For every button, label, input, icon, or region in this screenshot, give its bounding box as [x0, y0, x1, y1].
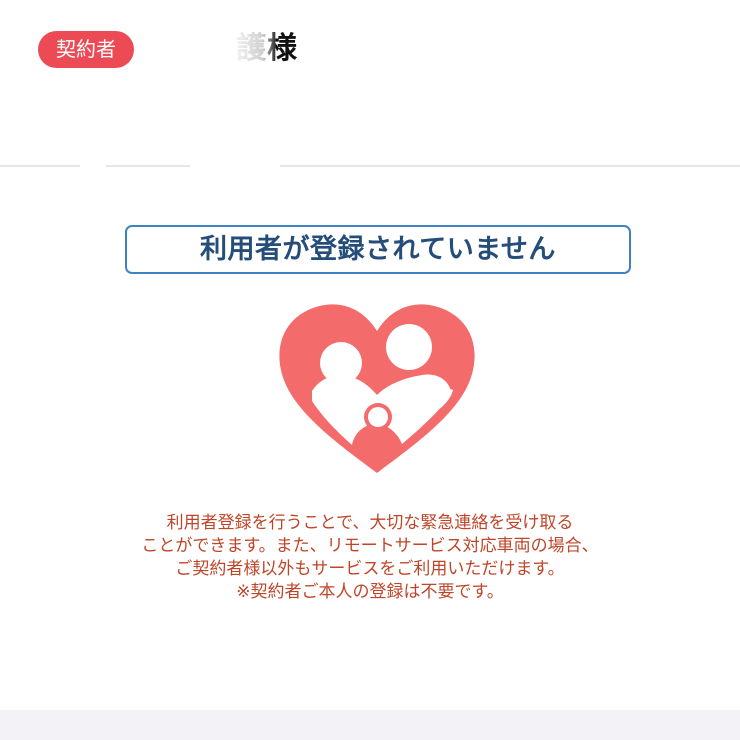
redacted-name-mask — [232, 26, 276, 70]
bottom-background-band — [0, 710, 740, 740]
divider-gap — [190, 164, 280, 168]
user-header: 契約者 護様 — [0, 0, 740, 166]
info-line: ことができます。また、リモートサービス対応車両の場合、 — [141, 536, 599, 556]
child-head-white — [368, 407, 388, 427]
info-line: 利用者登録を行うことで、大切な緊急連絡を受け取る — [166, 513, 574, 533]
adult-head-left — [320, 342, 362, 384]
info-line: ご契約者様以外もサービスをご利用いただけます。 — [175, 559, 565, 579]
registration-info-text: 利用者登録を行うことで、大切な緊急連絡を受け取る ことができます。また、リモート… — [84, 512, 656, 604]
contract-role-badge: 契約者 — [38, 31, 134, 68]
no-user-registered-banner: 利用者が登録されていません — [125, 225, 631, 274]
adult-head-right — [386, 324, 432, 370]
family-heart-icon — [279, 304, 475, 473]
divider-gap — [80, 164, 106, 168]
header-divider — [0, 165, 740, 167]
info-line: ※契約者ご本人の登録は不要です。 — [236, 582, 504, 602]
